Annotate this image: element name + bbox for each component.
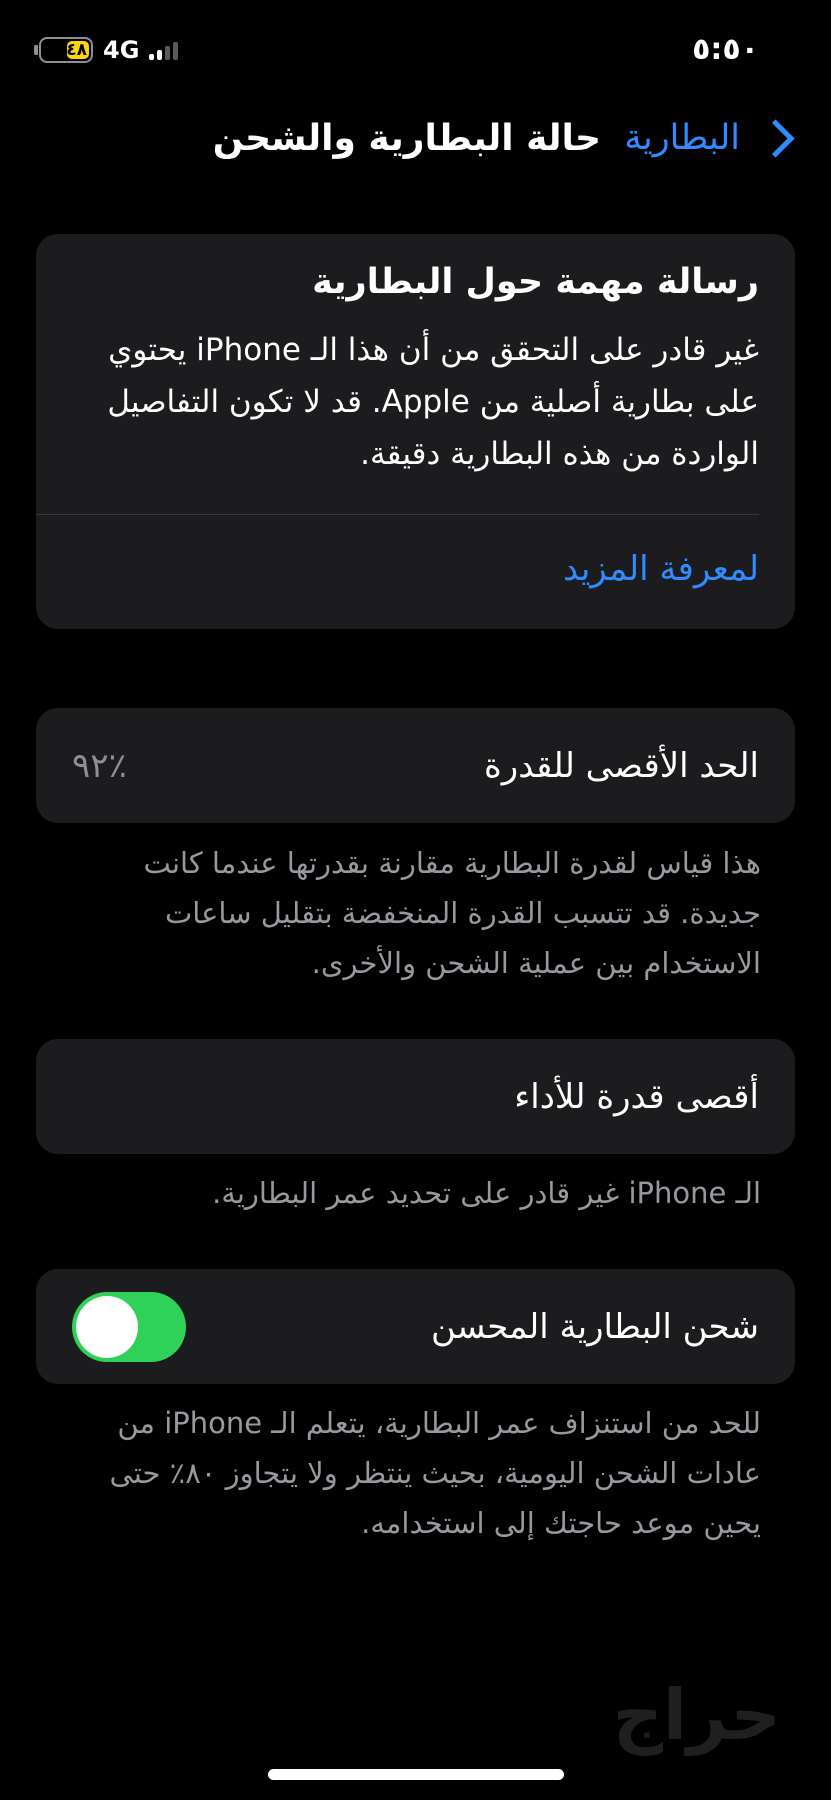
peak-performance-label: أقصى قدرة للأداء [514,1076,759,1117]
optimized-charging-row: شحن البطارية المحسن [36,1269,795,1384]
status-time: ٥:٥٠ [692,32,759,67]
peak-performance-row: أقصى قدرة للأداء [36,1039,795,1154]
battery-level-text: ٤٨ [66,40,87,60]
message-title: رسالة مهمة حول البطارية [312,262,759,302]
watermark-logo: حراج [612,1674,781,1756]
maximum-capacity-note: هذا قياس لقدرة البطارية مقارنة بقدرتها ع… [143,846,761,980]
network-type: 4G [103,36,140,64]
navigation-bar: البطارية حالة البطارية والشحن [0,112,831,182]
optimized-charging-label: شحن البطارية المحسن [431,1306,759,1347]
learn-more-link[interactable]: لمعرفة المزيد [563,534,759,604]
signal-strength-icon [149,40,179,60]
page-title: حالة البطارية والشحن [212,118,601,159]
message-divider [36,514,759,515]
signal-bar [173,42,179,60]
toggle-knob [76,1295,138,1358]
status-bar: ٤٨ 4G ٥:٥٠ [0,0,831,104]
optimized-charging-note: للحد من استنزاف عمر البطارية، يتعلم الـ … [109,1406,761,1540]
battery-message-card: رسالة مهمة حول البطارية غير قادر على الت… [36,234,795,629]
back-button-label: البطارية [624,118,740,158]
maximum-capacity-value: ٪٩٢ [72,745,127,786]
home-indicator[interactable] [268,1769,564,1780]
signal-bar [165,46,171,60]
back-button[interactable]: البطارية [624,118,797,158]
battery-body: ٤٨ [39,37,93,63]
signal-bar [157,50,163,60]
status-left-cluster: ٤٨ 4G [34,36,179,64]
maximum-capacity-label: الحد الأقصى للقدرة [483,745,759,786]
battery-indicator: ٤٨ [34,37,93,63]
battery-nub [34,45,38,55]
chevron-back-icon [756,118,795,158]
signal-bar [149,54,155,60]
maximum-capacity-row: الحد الأقصى للقدرة ٪٩٢ [36,708,795,823]
optimized-charging-toggle[interactable] [72,1291,186,1362]
peak-performance-note: الـ iPhone غير قادر على تحديد عمر البطار… [212,1176,761,1210]
message-body: غير قادر على التحقق من أن هذا الـ iPhone… [107,332,759,472]
